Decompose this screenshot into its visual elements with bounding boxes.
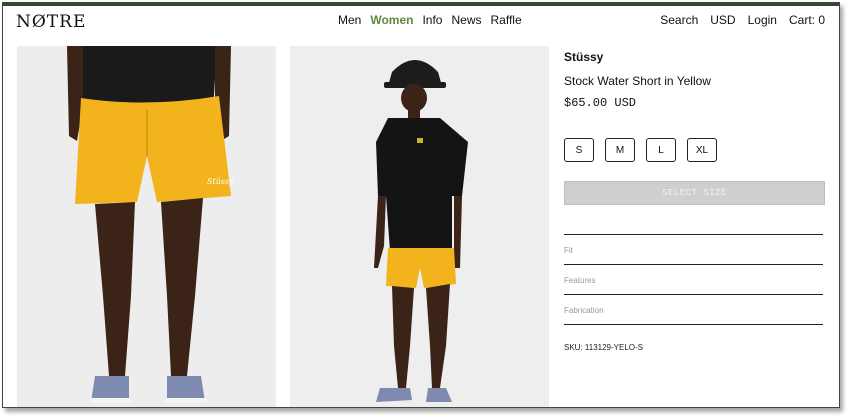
product-price: $65.00 USD <box>564 96 637 110</box>
product-info-panel: Stüssy Stock Water Short in Yellow $65.0… <box>564 48 825 352</box>
size-option-m[interactable]: M <box>605 138 635 162</box>
fullbody-illustration <box>290 46 549 407</box>
nav-raffle[interactable]: Raffle <box>491 13 522 27</box>
nav-men[interactable]: Men <box>338 13 361 27</box>
search-link[interactable]: Search <box>660 13 698 27</box>
product-name: Stock Water Short in Yellow <box>564 74 711 88</box>
browser-page: NØTRE Men Women Info News Raffle Search … <box>2 2 840 408</box>
product-image-closeup[interactable]: Stüssy <box>17 46 276 407</box>
utility-nav: Search USD Login Cart: 0 <box>660 13 825 27</box>
nav-women[interactable]: Women <box>370 13 413 27</box>
main-nav: Men Women Info News Raffle <box>338 13 522 27</box>
brand-logo[interactable]: NØTRE <box>16 12 86 32</box>
closeup-illustration: Stüssy <box>17 46 276 407</box>
size-option-xl[interactable]: XL <box>687 138 717 162</box>
product-sku: SKU: 113129-YELO-S <box>564 343 644 352</box>
accordion-divider <box>564 324 823 325</box>
product-image-fullbody[interactable] <box>290 46 549 407</box>
nav-news[interactable]: News <box>451 13 481 27</box>
accordion-fabrication[interactable]: Fabrication <box>564 294 823 324</box>
cart-link[interactable]: Cart: 0 <box>789 13 825 27</box>
top-accent-bar <box>3 3 839 6</box>
accordion-fabrication-label: Fabrication <box>564 306 604 315</box>
select-size-button[interactable]: SELECT SIZE <box>564 181 825 205</box>
size-option-s[interactable]: S <box>564 138 594 162</box>
login-link[interactable]: Login <box>748 13 777 27</box>
size-option-l[interactable]: L <box>646 138 676 162</box>
size-selector: S M L XL <box>564 138 823 162</box>
accordion-fit-label: Fit <box>564 246 573 255</box>
accordion-features-label: Features <box>564 276 596 285</box>
accordion-fit[interactable]: Fit <box>564 234 823 264</box>
currency-selector[interactable]: USD <box>710 13 735 27</box>
accordion-features[interactable]: Features <box>564 264 823 294</box>
nav-info[interactable]: Info <box>422 13 442 27</box>
product-brand[interactable]: Stüssy <box>564 50 823 64</box>
svg-text:Stüssy: Stüssy <box>207 177 234 186</box>
